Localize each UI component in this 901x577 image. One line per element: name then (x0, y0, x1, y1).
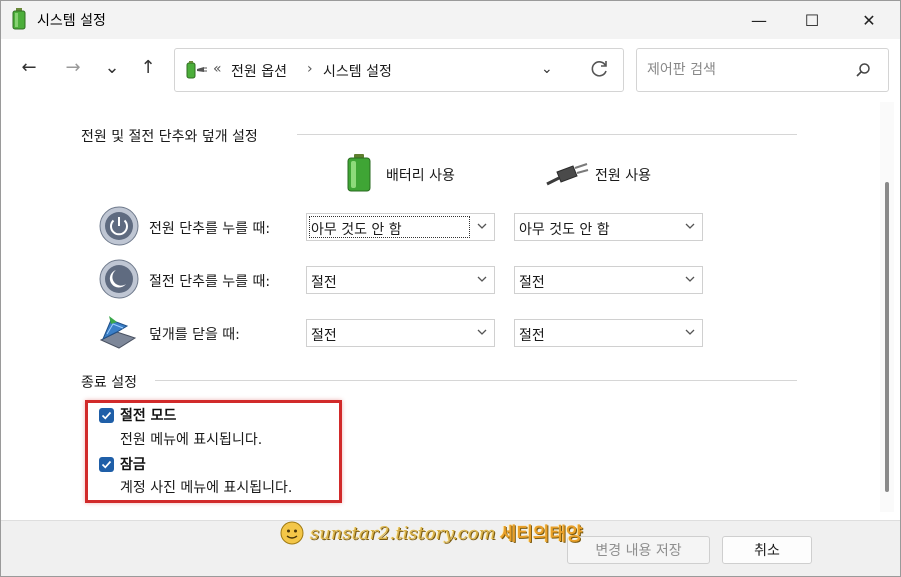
title-bar: 시스템 설정 — ☐ ✕ (1, 1, 900, 39)
power-button-icon (99, 206, 139, 246)
save-changes-button[interactable]: 변경 내용 저장 (567, 536, 710, 564)
close-button[interactable]: ✕ (846, 1, 892, 39)
forward-button[interactable]: → (59, 53, 87, 81)
cancel-button[interactable]: 취소 (722, 536, 812, 564)
chevron-down-icon (477, 223, 487, 229)
select-value: 절전 (519, 275, 545, 291)
breadcrumb-overflow[interactable]: « (213, 61, 222, 77)
recent-locations-button[interactable]: ⌄ (98, 53, 126, 81)
maximize-icon: ☐ (804, 10, 820, 30)
search-icon[interactable] (855, 62, 871, 78)
lid-close-label: 덮개를 닫을 때: (149, 327, 240, 343)
select-value: 절전 (519, 328, 545, 344)
battery-icon (347, 154, 371, 192)
search-box[interactable] (636, 48, 889, 92)
smiley-icon (280, 521, 304, 545)
sleep-button-icon (99, 259, 139, 299)
scrollbar-thumb[interactable] (885, 182, 889, 492)
plugged-column-header: 전원 사용 (595, 168, 651, 184)
breadcrumb-power-options[interactable]: 전원 옵션 (231, 61, 287, 81)
arrow-left-icon: ← (21, 56, 37, 78)
up-button[interactable]: ↑ (134, 53, 162, 81)
navigation-bar: ← → ⌄ ↑ « 전원 옵션 › 시스템 설정 ⌄ (1, 39, 900, 102)
highlight-annotation (85, 400, 342, 503)
power-button-plugged-select[interactable]: 아무 것도 안 함 (514, 213, 703, 241)
breadcrumb-system-settings[interactable]: 시스템 설정 (323, 61, 392, 81)
select-value: 아무 것도 안 함 (311, 222, 402, 238)
breadcrumb-separator[interactable]: › (307, 61, 313, 77)
chevron-down-icon (477, 276, 487, 282)
section-divider (155, 380, 797, 381)
power-button-label: 전원 단추를 누를 때: (149, 221, 271, 237)
address-bar[interactable]: « 전원 옵션 › 시스템 설정 ⌄ (174, 48, 624, 92)
chevron-down-icon (685, 276, 695, 282)
watermark-url: sunstar2.tistory.com (310, 522, 496, 544)
search-input[interactable] (647, 60, 847, 80)
power-buttons-heading: 전원 및 절전 단추와 덮개 설정 (81, 129, 258, 145)
lid-close-plugged-select[interactable]: 절전 (514, 319, 703, 347)
chevron-down-icon (477, 329, 487, 335)
address-dropdown-icon[interactable]: ⌄ (541, 61, 553, 77)
close-icon: ✕ (862, 10, 876, 30)
laptop-lid-icon (99, 316, 137, 349)
power-button-battery-select[interactable]: 아무 것도 안 함 (306, 213, 495, 241)
sleep-button-label: 절전 단추를 누를 때: (149, 274, 271, 290)
lid-close-battery-select[interactable]: 절전 (306, 319, 495, 347)
sleep-button-battery-select[interactable]: 절전 (306, 266, 495, 294)
battery-app-icon (12, 8, 26, 30)
select-value: 절전 (311, 275, 337, 291)
minimize-button[interactable]: — (736, 1, 782, 39)
arrow-up-icon: ↑ (140, 56, 156, 78)
power-options-icon (186, 61, 207, 79)
power-plug-icon (546, 163, 589, 186)
watermark-name: 세티의태양 (499, 524, 583, 545)
sleep-button-plugged-select[interactable]: 절전 (514, 266, 703, 294)
select-value: 절전 (311, 328, 337, 344)
back-button[interactable]: ← (15, 53, 43, 81)
system-settings-window: 시스템 설정 — ☐ ✕ ← → ⌄ ↑ « 전원 옵션 › 시스템 설정 ⌄ … (0, 0, 901, 577)
battery-column-header: 배터리 사용 (386, 168, 455, 184)
maximize-button[interactable]: ☐ (789, 1, 835, 39)
section-divider (297, 134, 797, 135)
select-value: 아무 것도 안 함 (519, 222, 610, 238)
shutdown-settings-heading: 종료 설정 (81, 375, 137, 391)
refresh-icon[interactable] (587, 57, 611, 81)
window-title: 시스템 설정 (37, 13, 106, 29)
vertical-scrollbar[interactable] (880, 102, 894, 512)
chevron-down-icon: ⌄ (104, 56, 120, 78)
chevron-down-icon (685, 329, 695, 335)
arrow-right-icon: → (65, 56, 81, 78)
minimize-icon: — (751, 10, 767, 30)
watermark: sunstar2.tistory.com 세티의태양 (280, 518, 583, 548)
chevron-down-icon (685, 223, 695, 229)
